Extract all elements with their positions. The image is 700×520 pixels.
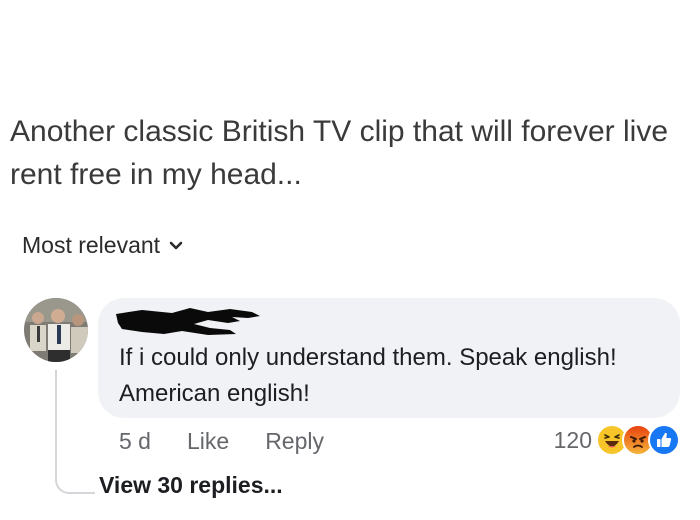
comment-time[interactable]: 5 d [119,428,151,455]
sort-dropdown[interactable]: Most relevant [22,232,183,259]
reactions-summary[interactable]: 120 [554,424,680,456]
reaction-count: 120 [553,426,592,453]
avatar-photo [24,298,88,362]
reaction-icons [596,424,680,456]
reply-button[interactable]: Reply [265,428,324,455]
like-icon [648,424,680,456]
avatar[interactable] [24,298,88,362]
thread-line [55,370,95,494]
view-replies-link[interactable]: View 30 replies... [99,472,283,499]
comment-text: If i could only understand them. Speak e… [119,344,617,407]
comment-actions: 5 d Like Reply [119,428,324,455]
sort-label: Most relevant [22,232,161,258]
like-button[interactable]: Like [187,428,229,455]
post-text: Another classic British TV clip that wil… [10,115,669,191]
chevron-down-icon [169,241,183,249]
redacted-author-name [112,304,262,343]
